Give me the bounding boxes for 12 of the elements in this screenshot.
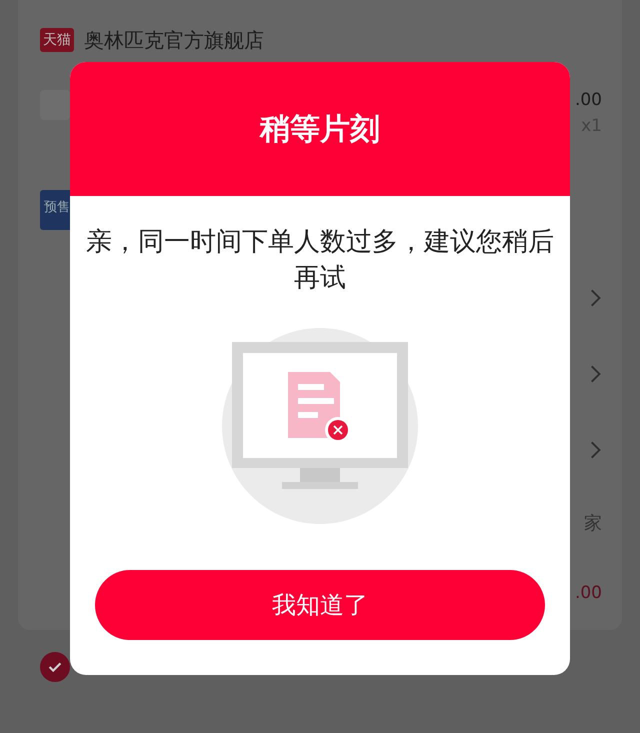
total-price: .00 xyxy=(574,583,602,603)
chevron-right-icon[interactable] xyxy=(590,440,602,460)
dialog-title: 稍等片刻 xyxy=(260,110,380,148)
store-name: 奥林匹克官方旗舰店 xyxy=(84,26,264,54)
confirm-button[interactable]: 我知道了 xyxy=(95,570,545,640)
agree-checkbox[interactable] xyxy=(40,652,70,682)
product-price: .00 xyxy=(574,90,602,110)
product-logo-placeholder xyxy=(40,90,70,120)
chevron-right-icon[interactable] xyxy=(590,288,602,308)
store-badge: 天猫 xyxy=(40,28,74,52)
chevron-right-icon[interactable] xyxy=(590,364,602,384)
dialog-message: 亲，同一时间下单人数过多，建议您稍后再试 xyxy=(85,226,555,295)
